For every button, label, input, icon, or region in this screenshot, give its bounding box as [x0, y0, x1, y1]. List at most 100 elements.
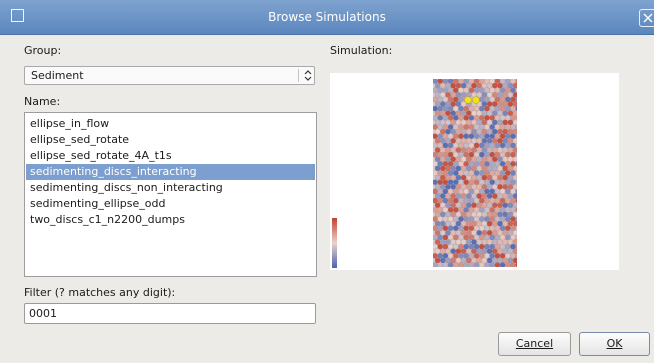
particle [437, 161, 443, 167]
group-select[interactable]: Sediment [24, 66, 315, 85]
list-item[interactable]: ellipse_sed_rotate_4A_t1s [26, 148, 315, 164]
simulation-name-list[interactable]: ellipse_in_flow ellipse_sed_rotate ellip… [24, 112, 317, 277]
particle [499, 225, 506, 231]
particle [434, 147, 441, 153]
particle [471, 174, 477, 181]
particle [510, 216, 516, 222]
particle [437, 262, 443, 267]
particle [505, 243, 511, 250]
particle [476, 174, 483, 181]
particle [497, 82, 503, 89]
particle [486, 211, 493, 218]
particle [512, 193, 517, 199]
particle [492, 202, 498, 208]
particle [486, 220, 493, 227]
list-item[interactable]: two_discs_c1_n2200_dumps [26, 212, 315, 228]
particle [494, 179, 501, 185]
particle [494, 161, 501, 167]
particle [447, 161, 454, 167]
particle [433, 207, 438, 213]
particle [479, 179, 485, 185]
filter-field[interactable] [24, 303, 316, 324]
particle [476, 229, 483, 236]
particle [468, 151, 475, 158]
particle [489, 243, 496, 250]
particle [434, 239, 441, 245]
simulation-preview [330, 73, 619, 270]
particle [440, 193, 446, 199]
filter-input[interactable] [29, 306, 309, 321]
particle [476, 239, 483, 245]
particle [440, 257, 446, 264]
particle [447, 96, 454, 103]
particle [476, 147, 483, 153]
particle [476, 128, 483, 135]
particle [473, 243, 480, 250]
list-item-selected[interactable]: sedimenting_discs_interacting [26, 164, 315, 180]
particle [484, 262, 490, 267]
particle [437, 87, 443, 94]
particle [433, 170, 438, 176]
particle [492, 119, 498, 126]
list-item[interactable]: sedimenting_discs_non_interacting [26, 180, 315, 196]
close-button[interactable] [639, 9, 654, 27]
particle [452, 216, 459, 222]
particle [489, 87, 496, 94]
particle [471, 193, 477, 199]
particle [510, 124, 516, 130]
particle [452, 252, 459, 259]
particle [440, 110, 446, 117]
particle [445, 211, 451, 218]
particle [510, 206, 516, 213]
particle [468, 225, 475, 231]
particle [486, 229, 493, 236]
particle [510, 142, 516, 149]
ok-button[interactable]: OK [579, 332, 650, 356]
particle [466, 147, 472, 153]
title-bar[interactable]: Browse Simulations [0, 0, 654, 35]
particle [460, 128, 467, 135]
particle [471, 220, 477, 227]
particle [460, 165, 467, 172]
particle [460, 248, 467, 254]
particle [434, 211, 441, 218]
particle [463, 161, 470, 167]
particle [442, 252, 449, 259]
particle [473, 206, 480, 213]
particle [473, 197, 480, 204]
list-item[interactable]: sedimenting_ellipse_odd [26, 196, 315, 212]
particle [473, 216, 480, 222]
particle [442, 96, 449, 103]
particle [481, 147, 488, 153]
list-item[interactable]: ellipse_sed_rotate [26, 132, 315, 148]
particle [440, 119, 446, 126]
particle [494, 206, 501, 213]
particle [494, 79, 501, 84]
particle [481, 101, 488, 107]
list-item[interactable]: ellipse_in_flow [26, 116, 315, 132]
particle [494, 142, 501, 149]
particle [466, 156, 472, 162]
particle [468, 105, 475, 112]
particle [445, 147, 451, 153]
particle [481, 239, 488, 245]
particle [458, 87, 464, 94]
particle [499, 252, 506, 259]
particle [507, 220, 514, 227]
particle [440, 239, 446, 245]
particle [471, 211, 477, 218]
particle [502, 110, 508, 117]
particle [481, 184, 488, 190]
particle [476, 156, 483, 162]
cancel-button[interactable]: Cancel [498, 332, 571, 356]
particle [463, 179, 470, 185]
particle [442, 115, 449, 121]
particle [452, 225, 459, 231]
particle [452, 161, 459, 167]
particle [484, 124, 490, 130]
particle [499, 96, 506, 103]
particle [486, 156, 493, 162]
particle [492, 110, 498, 117]
particle [479, 252, 485, 259]
particle [510, 161, 516, 167]
